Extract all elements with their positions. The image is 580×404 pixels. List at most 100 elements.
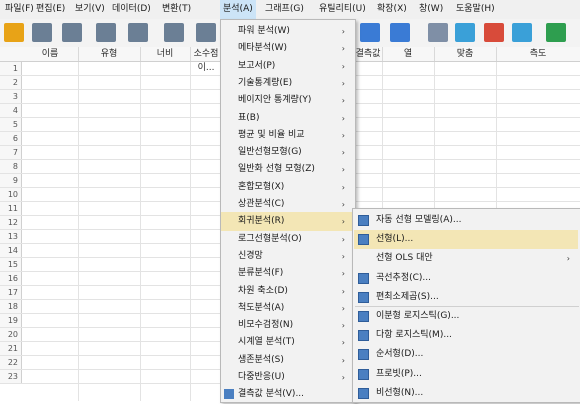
menu-item-label: 생존분석(S) — [238, 354, 284, 365]
save-icon[interactable] — [32, 23, 52, 42]
analyze-menu-item[interactable]: 회귀분석(R) › — [221, 212, 353, 232]
print-icon[interactable] — [62, 23, 82, 42]
use-sets-icon[interactable] — [546, 23, 566, 42]
chevron-right-icon: › — [341, 61, 345, 71]
menu-6[interactable]: 그래프(G) — [262, 0, 307, 19]
analyze-menu-item[interactable]: 혼합모형(X) › — [221, 178, 353, 197]
regression-menu-item[interactable]: 편최소제곱(S)... — [354, 288, 578, 307]
chevron-right-icon: › — [341, 338, 345, 348]
menu-item-label: 평균 및 비율 비교 — [238, 129, 305, 140]
analyze-menu-item[interactable]: 로그선형분석(O) › — [221, 230, 353, 249]
analyze-menu-item[interactable]: 메타분석(W) › — [221, 39, 353, 58]
menu-0[interactable]: 파일(F) — [2, 0, 37, 19]
menu-item-label: 결측값 분석(V)... — [238, 389, 305, 400]
analyze-menu-item[interactable]: 분류분석(F) › — [221, 264, 353, 283]
menu-item-label: 차원 축소(D) — [238, 285, 288, 296]
regression-menu-item[interactable]: 자동 선형 모델링(A)... — [354, 211, 578, 230]
regression-menu-item[interactable]: 곡선추정(C)... — [354, 269, 578, 288]
menu-1[interactable]: 편집(E) — [33, 0, 68, 19]
chevron-right-icon: › — [341, 96, 345, 106]
row-number: 8 — [0, 160, 22, 173]
regression-menu-item[interactable]: 프로빗(P)... — [354, 365, 578, 384]
chevron-right-icon: › — [341, 165, 345, 175]
menu-item-label: 로그선형분석(O) — [238, 233, 302, 244]
chevron-right-icon: › — [341, 44, 345, 54]
chevron-right-icon: › — [341, 373, 345, 382]
column-header: 열 — [382, 47, 435, 61]
analyze-menu-item[interactable]: 보고서(P) › — [221, 57, 353, 76]
regression-submenu: 자동 선형 모델링(A)... 선형(L)... 선형 OLS 대안 › 곡선추정(C)… — [352, 208, 580, 403]
menu-item-label: 메타분석(W) — [238, 43, 288, 54]
menu-item-label: 보고서(P) — [238, 60, 276, 71]
analyze-menu-item[interactable]: 결측값 분석(V)... — [221, 385, 353, 404]
menu-item-label: 다항 로지스틱(M)... — [376, 330, 452, 341]
menu-item-label: 분류분석(F) — [238, 268, 284, 279]
regression-menu-item[interactable]: 비선형(N)... — [354, 384, 578, 403]
menu-9[interactable]: 창(W) — [416, 0, 446, 19]
row-number: 7 — [0, 146, 22, 159]
undo-icon[interactable] — [128, 23, 148, 42]
menu-3[interactable]: 데이터(D) — [109, 0, 154, 19]
column-header: 이름 — [22, 47, 79, 61]
menu-7[interactable]: 유틸리티(U) — [316, 0, 369, 19]
analyze-menu-item[interactable]: 기술통계량(E) › — [221, 74, 353, 93]
analyze-menu-item[interactable]: 표(B) › — [221, 109, 353, 128]
chevron-right-icon: › — [341, 78, 345, 88]
menu-item-label: 파워 분석(W) — [238, 26, 290, 36]
analyze-menu-item[interactable]: 상관분석(C) › — [221, 195, 353, 214]
regression-icon — [358, 330, 369, 342]
select-cases-icon[interactable] — [484, 23, 504, 42]
row-number: 6 — [0, 132, 22, 145]
column-header: 맞춤 — [434, 47, 497, 61]
column-header: 결측값 — [354, 47, 383, 61]
menu-item-label: 순서형(D)... — [376, 349, 424, 360]
analyze-menu-item[interactable]: 시계열 분석(T) › — [221, 333, 353, 352]
dialog-recall-icon[interactable] — [96, 23, 116, 42]
weight-cases-icon[interactable] — [455, 23, 475, 42]
analyze-menu-item[interactable]: 일반화 선형 모형(Z) › — [221, 160, 353, 179]
row-number: 9 — [0, 174, 22, 187]
row-number: 21 — [0, 342, 22, 355]
menu-item-label: 혼합모형(X) — [238, 181, 285, 192]
row-number: 20 — [0, 328, 22, 341]
row-number: 1 — [0, 62, 22, 75]
chevron-right-icon: › — [341, 286, 345, 296]
analyze-menu-item[interactable]: 척도분석(A) › — [221, 299, 353, 318]
regression-icon — [358, 215, 369, 226]
analyze-menu-item[interactable]: 다중반응(U) › — [221, 368, 353, 387]
menu-item-label: 시계열 분석(T) — [238, 337, 295, 348]
goto-icon[interactable] — [196, 23, 216, 42]
column-header: 너비 — [140, 47, 191, 61]
menu-10[interactable]: 도움말(H) — [453, 0, 498, 19]
regression-menu-item[interactable]: 이분형 로지스틱(G)... — [354, 307, 578, 326]
data-view-icon[interactable] — [360, 23, 380, 42]
split-file-icon[interactable] — [428, 23, 448, 42]
analyze-menu-item[interactable]: 비모수검정(N) › — [221, 316, 353, 335]
chevron-right-icon: › — [341, 182, 345, 192]
chevron-right-icon: › — [341, 303, 345, 313]
open-folder-icon[interactable] — [4, 23, 24, 42]
chevron-right-icon: › — [341, 130, 345, 140]
analyze-menu-item[interactable]: 베이지안 통계량(Y) › — [221, 91, 353, 110]
variable-view-icon[interactable] — [390, 23, 410, 42]
value-labels-icon[interactable] — [512, 23, 532, 42]
row-number: 22 — [0, 356, 22, 369]
analyze-menu-item[interactable]: 파워 분석(W) › — [221, 22, 353, 41]
analyze-menu-item[interactable]: 신경망 › — [221, 247, 353, 266]
analyze-menu-item[interactable]: 생존분석(S) › — [221, 351, 353, 370]
menu-8[interactable]: 확장(X) — [374, 0, 410, 19]
menu-2[interactable]: 보기(V) — [72, 0, 108, 19]
analyze-menu-item[interactable]: 평균 및 비율 비교 › — [221, 126, 353, 145]
analyze-menu-item[interactable]: 일반선형모형(G) › — [221, 143, 353, 162]
row-number: 2 — [0, 76, 22, 89]
regression-menu-item[interactable]: 순서형(D)... — [354, 345, 578, 364]
regression-menu-item[interactable]: 선형 OLS 대안 › — [354, 249, 578, 268]
regression-menu-item[interactable]: 다항 로지스틱(M)... — [354, 326, 578, 345]
redo-icon[interactable] — [164, 23, 184, 42]
regression-icon — [358, 291, 369, 303]
menu-5[interactable]: 분석(A) — [220, 0, 256, 19]
chevron-right-icon: › — [341, 148, 345, 158]
menu-4[interactable]: 변환(T) — [159, 0, 194, 19]
regression-menu-item[interactable]: 선형(L)... — [354, 230, 578, 250]
analyze-menu-item[interactable]: 차원 축소(D) › — [221, 282, 353, 301]
